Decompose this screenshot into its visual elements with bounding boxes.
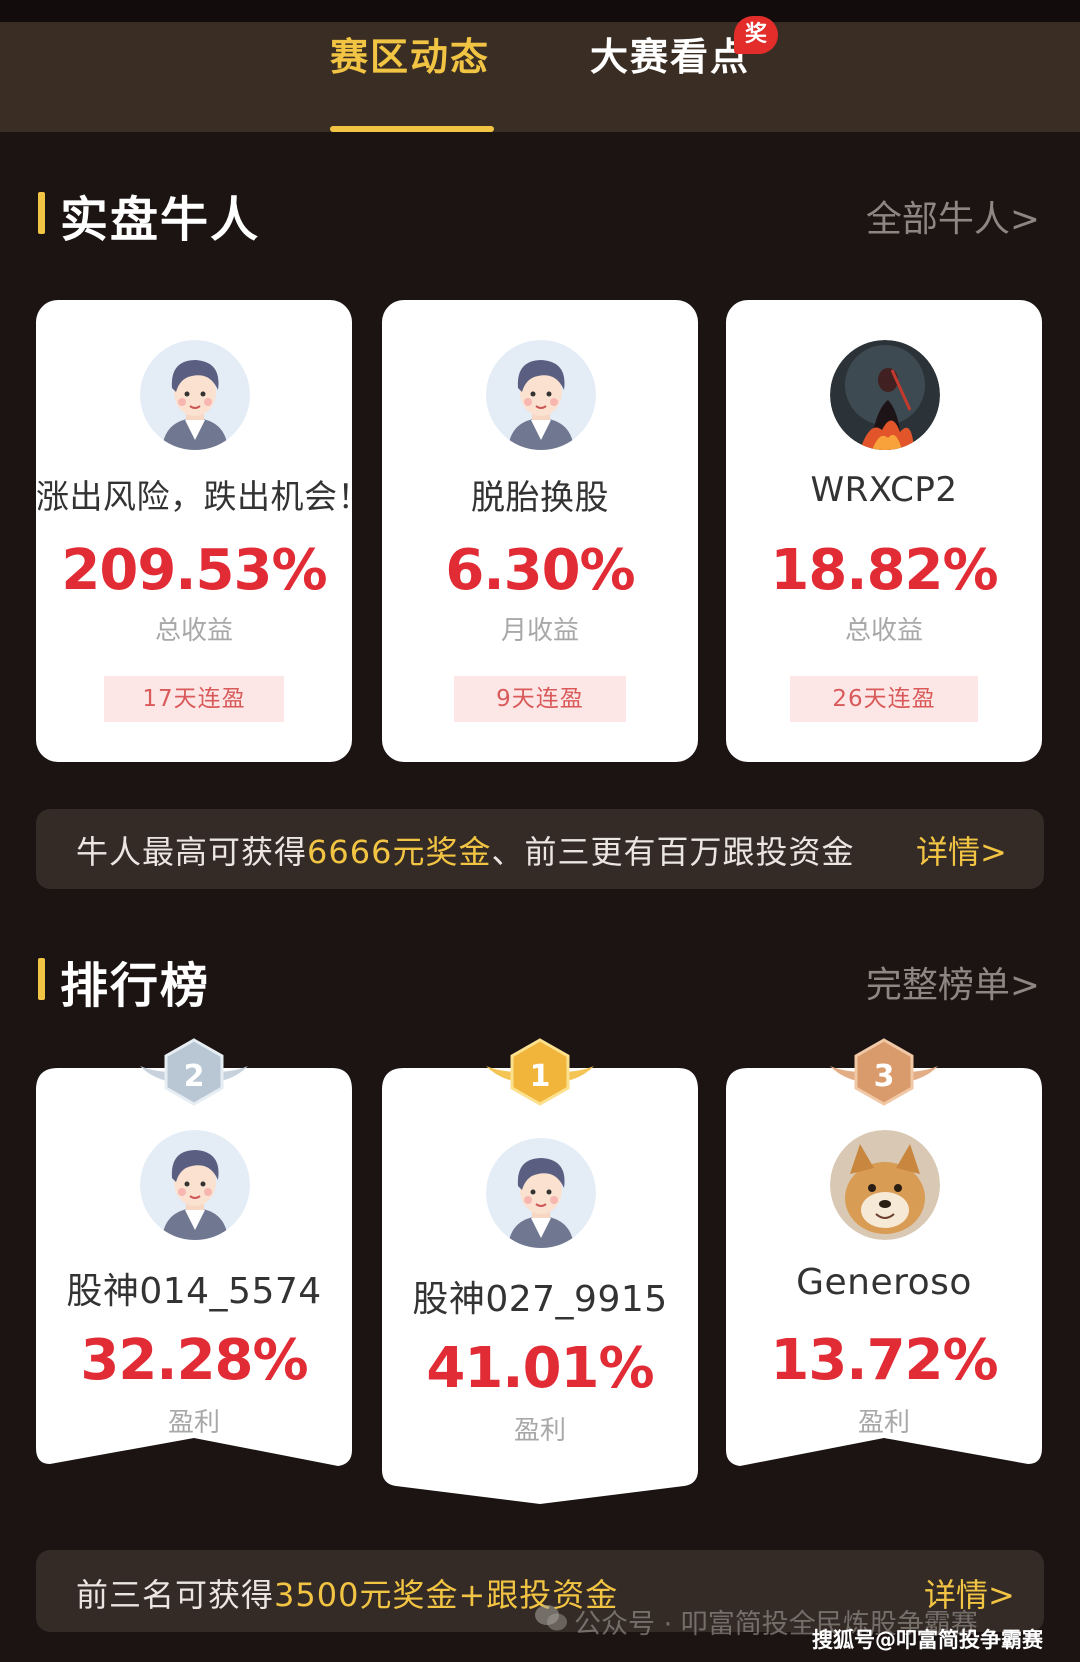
- bulls-prize-banner[interactable]: 牛人最高可获得6666元奖金、前三更有百万跟投资金 详情>: [36, 809, 1044, 889]
- win-streak-tag: 17天连盈: [104, 676, 284, 722]
- bull-return-caption: 月收益: [500, 616, 579, 646]
- bull-return-caption: 总收益: [844, 616, 923, 646]
- ranking-profit-caption: 盈利: [857, 1408, 910, 1438]
- ranking-profit-caption: 盈利: [167, 1408, 220, 1438]
- bull-return-value: 209.53%: [61, 538, 327, 603]
- cartoon-man-avatar-icon: [140, 340, 250, 450]
- banner-highlight: 6666元奖金: [307, 833, 492, 871]
- section-marker: [38, 192, 45, 234]
- tab-bar: [0, 22, 1080, 132]
- ranking-profit-value: 32.28%: [80, 1328, 308, 1393]
- tab-division-news[interactable]: 赛区动态: [330, 26, 490, 81]
- all-bulls-link[interactable]: 全部牛人>: [866, 190, 1040, 242]
- win-streak-tag: 26天连盈: [790, 676, 978, 722]
- bulls-details-link[interactable]: 详情>: [916, 827, 1007, 873]
- cartoon-man-avatar-icon: [486, 340, 596, 450]
- ranking-profit-value: 13.72%: [770, 1328, 998, 1393]
- bulls-section-header: 实盘牛人 全部牛人>: [36, 180, 1044, 248]
- wechat-icon: [534, 1603, 568, 1633]
- ranking-name: 股神027_9915: [412, 1279, 668, 1320]
- bull-return-value: 18.82%: [770, 538, 998, 603]
- shiba-dog-avatar-icon: [830, 1130, 940, 1240]
- banner-suffix: 、前三更有百万跟投资金: [491, 833, 855, 871]
- active-tab-underline: [330, 126, 494, 132]
- section-marker: [38, 958, 45, 1000]
- status-strip: [0, 0, 1080, 22]
- bull-return-caption: 总收益: [154, 616, 233, 646]
- prize-badge: 奖: [734, 16, 778, 54]
- cartoon-man-avatar-icon: [486, 1138, 596, 1248]
- ranking-profit-caption: 盈利: [513, 1416, 566, 1446]
- ranking-section-title: 排行榜: [60, 958, 211, 1014]
- ranking-card-1[interactable]: 股神027_9915 41.01% 盈利: [382, 1068, 698, 1468]
- bull-name: 脱胎换股: [471, 478, 609, 518]
- cartoon-man-avatar-icon: [140, 1130, 250, 1240]
- banner-prefix: 牛人最高可获得: [76, 833, 308, 871]
- bulls-prize-text: 牛人最高可获得6666元奖金、前三更有百万跟投资金: [76, 827, 854, 873]
- ranking-card-3[interactable]: Generoso 13.72% 盈利: [726, 1068, 1042, 1448]
- ranking-card-2[interactable]: 股神014_5574 32.28% 盈利: [36, 1068, 352, 1448]
- full-ranking-link[interactable]: 完整榜单>: [866, 956, 1040, 1008]
- win-streak-tag: 9天连盈: [454, 676, 626, 722]
- source-corner-tag: 搜狐号@叩富简投争霸赛: [812, 1628, 1043, 1652]
- bull-card[interactable]: WRXCP2 18.82% 总收益 26天连盈: [726, 300, 1042, 762]
- bull-card[interactable]: 脱胎换股 6.30% 月收益 9天连盈: [382, 300, 698, 762]
- bull-card[interactable]: 涨出风险，跌出机会！ 209.53% 总收益 17天连盈: [36, 300, 352, 762]
- ranking-section-header: 排行榜 完整榜单>: [36, 946, 1044, 1014]
- bull-name: 涨出风险，跌出机会！: [36, 477, 352, 516]
- tab-highlights[interactable]: 大赛看点: [590, 26, 750, 81]
- bulls-section-title: 实盘牛人: [60, 192, 261, 248]
- bull-name: WRXCP2: [810, 470, 958, 510]
- ranking-profit-value: 41.01%: [426, 1336, 654, 1401]
- fire-warrior-avatar-icon: [830, 340, 940, 450]
- ranking-name: 股神014_5574: [66, 1271, 322, 1312]
- banner-prefix: 前三名可获得: [76, 1576, 275, 1614]
- bull-return-value: 6.30%: [445, 538, 635, 603]
- ranking-name: Generoso: [796, 1262, 972, 1303]
